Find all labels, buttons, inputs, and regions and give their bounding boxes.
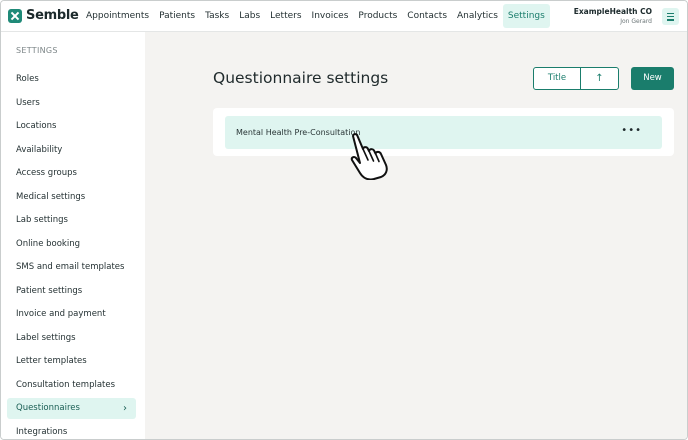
page-title: Questionnaire settings — [213, 69, 389, 87]
sidebar-item-consultation-templates[interactable]: Consultation templates — [7, 375, 136, 396]
hand-pointer-cursor-icon — [350, 133, 388, 180]
questionnaire-list-card: Mental Health Pre-Consultation ••• — [213, 108, 674, 156]
nav-invoices[interactable]: Invoices — [307, 4, 354, 28]
sidebar-item-users[interactable]: Users — [7, 93, 136, 114]
sort-direction-button[interactable]: ↑ — [581, 68, 618, 89]
hamburger-icon — [667, 12, 674, 14]
sidebar-item-questionnaires[interactable]: Questionnaires › — [7, 398, 136, 419]
app-window: Semble Appointments Patients Tasks Labs … — [0, 0, 688, 440]
more-options-icon[interactable]: ••• — [621, 116, 642, 146]
sidebar-item-medical-settings[interactable]: Medical settings — [7, 187, 136, 208]
nav-settings[interactable]: Settings — [502, 4, 550, 28]
hamburger-icon — [667, 19, 674, 21]
sidebar-item-availability[interactable]: Availability — [7, 140, 136, 161]
sidebar-item-roles[interactable]: Roles — [7, 69, 136, 90]
sidebar-item-invoice-payment[interactable]: Invoice and payment — [7, 304, 136, 325]
sidebar-item-integrations[interactable]: Integrations — [7, 422, 136, 439]
nav-labs[interactable]: Labs — [234, 4, 265, 28]
chevron-right-icon: › — [123, 403, 127, 414]
main-content: Questionnaire settings Title ↑ New Menta… — [145, 32, 687, 439]
list-item[interactable]: Mental Health Pre-Consultation ••• — [225, 116, 662, 149]
logo-text: Semble — [26, 8, 79, 23]
questionnaire-name[interactable]: Mental Health Pre-Consultation — [236, 116, 361, 149]
nav-tasks[interactable]: Tasks — [200, 4, 234, 28]
hamburger-icon — [667, 15, 674, 18]
main-nav: Appointments Patients Tasks Labs Letters… — [81, 4, 550, 28]
nav-products[interactable]: Products — [353, 4, 402, 28]
sidebar-title: SETTINGS — [16, 46, 58, 55]
sort-field-button[interactable]: Title — [534, 68, 581, 89]
sidebar-item-online-booking[interactable]: Online booking — [7, 234, 136, 255]
logo-mark-icon — [8, 8, 22, 23]
org-name: ExampleHealth CO — [573, 7, 652, 16]
top-navigation-bar: Semble Appointments Patients Tasks Labs … — [1, 1, 687, 32]
sidebar-item-sms-email-templates[interactable]: SMS and email templates — [7, 257, 136, 278]
sidebar-item-patient-settings[interactable]: Patient settings — [7, 281, 136, 302]
nav-analytics[interactable]: Analytics — [452, 4, 503, 28]
sidebar-item-lab-settings[interactable]: Lab settings — [7, 210, 136, 231]
nav-patients[interactable]: Patients — [154, 4, 200, 28]
sidebar-item-letter-templates[interactable]: Letter templates — [7, 351, 136, 372]
sort-control: Title ↑ — [533, 67, 619, 90]
nav-contacts[interactable]: Contacts — [402, 4, 452, 28]
sidebar-item-label-settings[interactable]: Label settings — [7, 328, 136, 349]
arrow-up-icon: ↑ — [595, 73, 604, 84]
new-questionnaire-button[interactable]: New — [631, 67, 674, 90]
semble-logo[interactable]: Semble — [8, 8, 79, 23]
hamburger-menu-button[interactable] — [662, 8, 679, 25]
nav-letters[interactable]: Letters — [265, 4, 306, 28]
sidebar-item-label: Questionnaires — [16, 403, 80, 413]
user-name: Jon Gerard — [620, 18, 652, 25]
account-info[interactable]: ExampleHealth CO Jon Gerard — [574, 7, 652, 27]
sidebar-item-locations[interactable]: Locations — [7, 116, 136, 137]
nav-appointments[interactable]: Appointments — [81, 4, 154, 28]
sidebar-item-access-groups[interactable]: Access groups — [7, 163, 136, 184]
settings-sidebar: SETTINGS Roles Users Locations Availabil… — [1, 32, 145, 439]
